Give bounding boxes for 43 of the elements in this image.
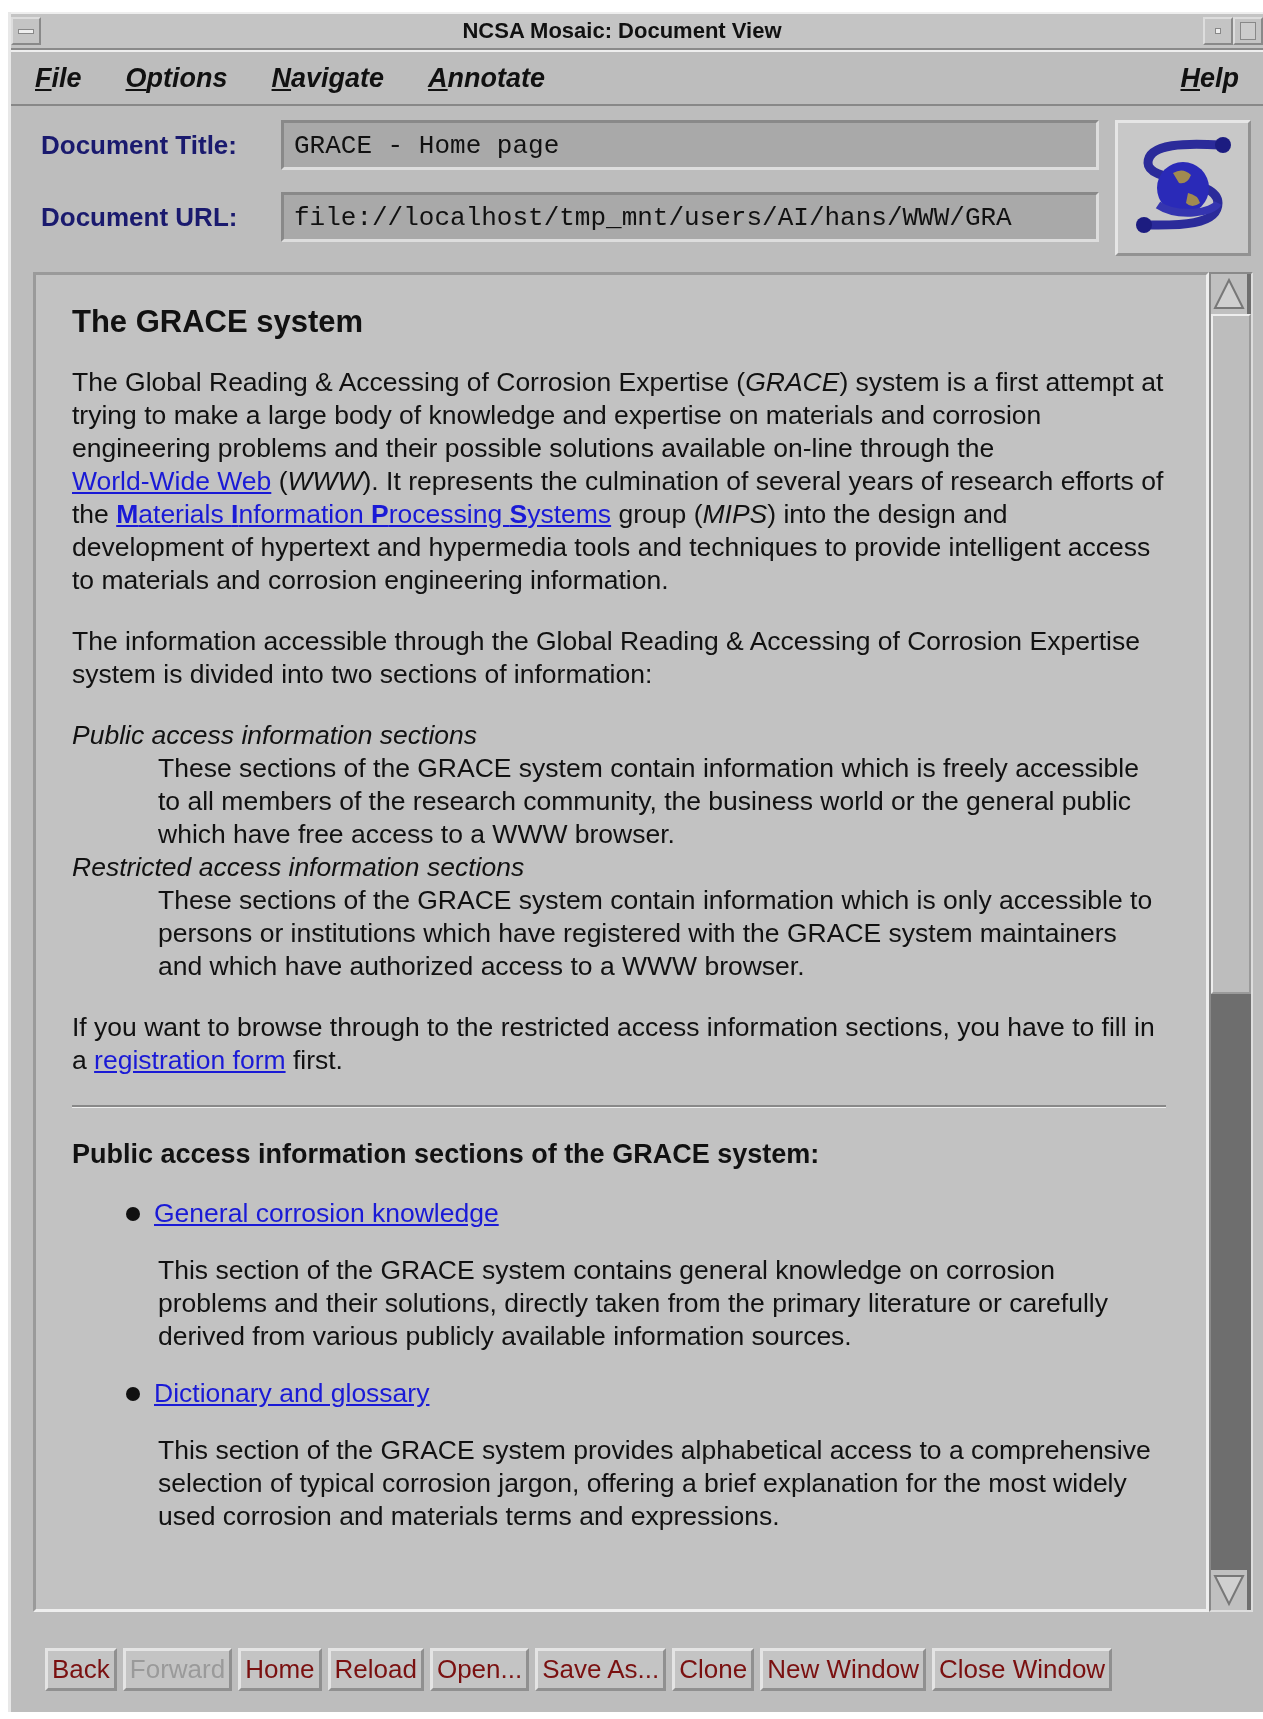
- bullet-icon: [126, 1206, 140, 1221]
- paragraph: If you want to browse through to the restricted access information sections, you have to fill in a registration form first.: [72, 1011, 1156, 1077]
- toolbar-button[interactable]: Reload: [327, 1648, 424, 1691]
- menu-item[interactable]: File: [35, 62, 82, 94]
- toolbar-button[interactable]: Close Window: [931, 1648, 1113, 1691]
- page-heading: The GRACE system: [72, 305, 365, 338]
- scroll-up-icon[interactable]: [1211, 274, 1247, 314]
- toolbar-button[interactable]: Save As...: [535, 1648, 667, 1691]
- link[interactable]: Materials Information Processing Systems: [116, 499, 612, 529]
- window-menu-button[interactable]: [11, 17, 41, 45]
- toolbar-button[interactable]: Back: [45, 1648, 117, 1691]
- field-label: Document URL:: [41, 201, 239, 233]
- definition-text: These sections of the GRACE system contain information which is freely accessible to all members of the research community, the business world or the general public which have free access to a WWW browser.: [157, 752, 1140, 851]
- menu-item[interactable]: Help: [1180, 62, 1239, 94]
- menu-item[interactable]: Annotate: [428, 62, 546, 94]
- definition-text: These sections of the GRACE system contain information which is only accessible to persons or institutions which have registered with the GRACE system maintainers and which have authorized access to a WWW browser.: [157, 884, 1154, 983]
- menu-item[interactable]: Navigate: [271, 62, 385, 94]
- url-field[interactable]: file://localhost/tmp_mnt/users/AI/hans/WWW/GRA: [281, 192, 1099, 242]
- link[interactable]: World-Wide Web: [72, 466, 272, 496]
- paragraph: This section of the GRACE system contains general knowledge on corrosion problems and their solutions, directly taken from the primary literature or carefully derived from various publicly available information sources.: [157, 1254, 1109, 1353]
- minimize-button[interactable]: [1203, 17, 1233, 45]
- toolbar-button[interactable]: New Window: [760, 1648, 926, 1691]
- paragraph: This section of the GRACE system provides alphabetical access to a comprehensive selection of typical corrosion jargon, offering a brief explanation for the most widely used corrosion and materials terms and expressions.: [157, 1434, 1152, 1533]
- section-heading: Public access information sections of the GRACE system:: [72, 1138, 821, 1171]
- toolbar-button[interactable]: Clone: [672, 1648, 755, 1691]
- link[interactable]: General corrosion knowledge: [154, 1197, 499, 1230]
- menu-item[interactable]: Options: [125, 62, 228, 94]
- scrollbar[interactable]: [1209, 272, 1253, 1612]
- globe-logo-icon[interactable]: [1115, 120, 1251, 256]
- paragraph: The Global Reading & Accessing of Corrosion Expertise (GRACE) system is a first attempt at trying to make a large body of knowledge and expertise on materials and corrosion engineering problems and their possible solutions available on-line through the World-Wide Web (WWW). It represents the culmination of several years of research efforts of the Materials Information Processing Systems group (MIPS) into the design and development of hypertext and hypermedia tools and techniques to provide intelligent access to materials and corrosion engineering information.: [72, 366, 1165, 597]
- maximize-button[interactable]: [1233, 17, 1263, 45]
- definition-term: Restricted access information sections: [72, 851, 526, 884]
- bullet-icon: [126, 1386, 140, 1401]
- title-field[interactable]: GRACE - Home page: [281, 120, 1099, 170]
- toolbar-button[interactable]: Home: [238, 1648, 322, 1691]
- toolbar-button[interactable]: Open...: [429, 1648, 530, 1691]
- definition-term: Public access information sections: [72, 719, 479, 752]
- window-title: NCSA Mosaic: Document View: [461, 18, 783, 44]
- link[interactable]: registration form: [94, 1045, 286, 1075]
- field-label: Document Title:: [41, 129, 238, 161]
- scroll-down-icon[interactable]: [1211, 1570, 1247, 1610]
- paragraph: The information accessible through the Global Reading & Accessing of Corrosion Expertise system is divided into two sections of information:: [72, 625, 1141, 691]
- link[interactable]: Dictionary and glossary: [154, 1377, 430, 1410]
